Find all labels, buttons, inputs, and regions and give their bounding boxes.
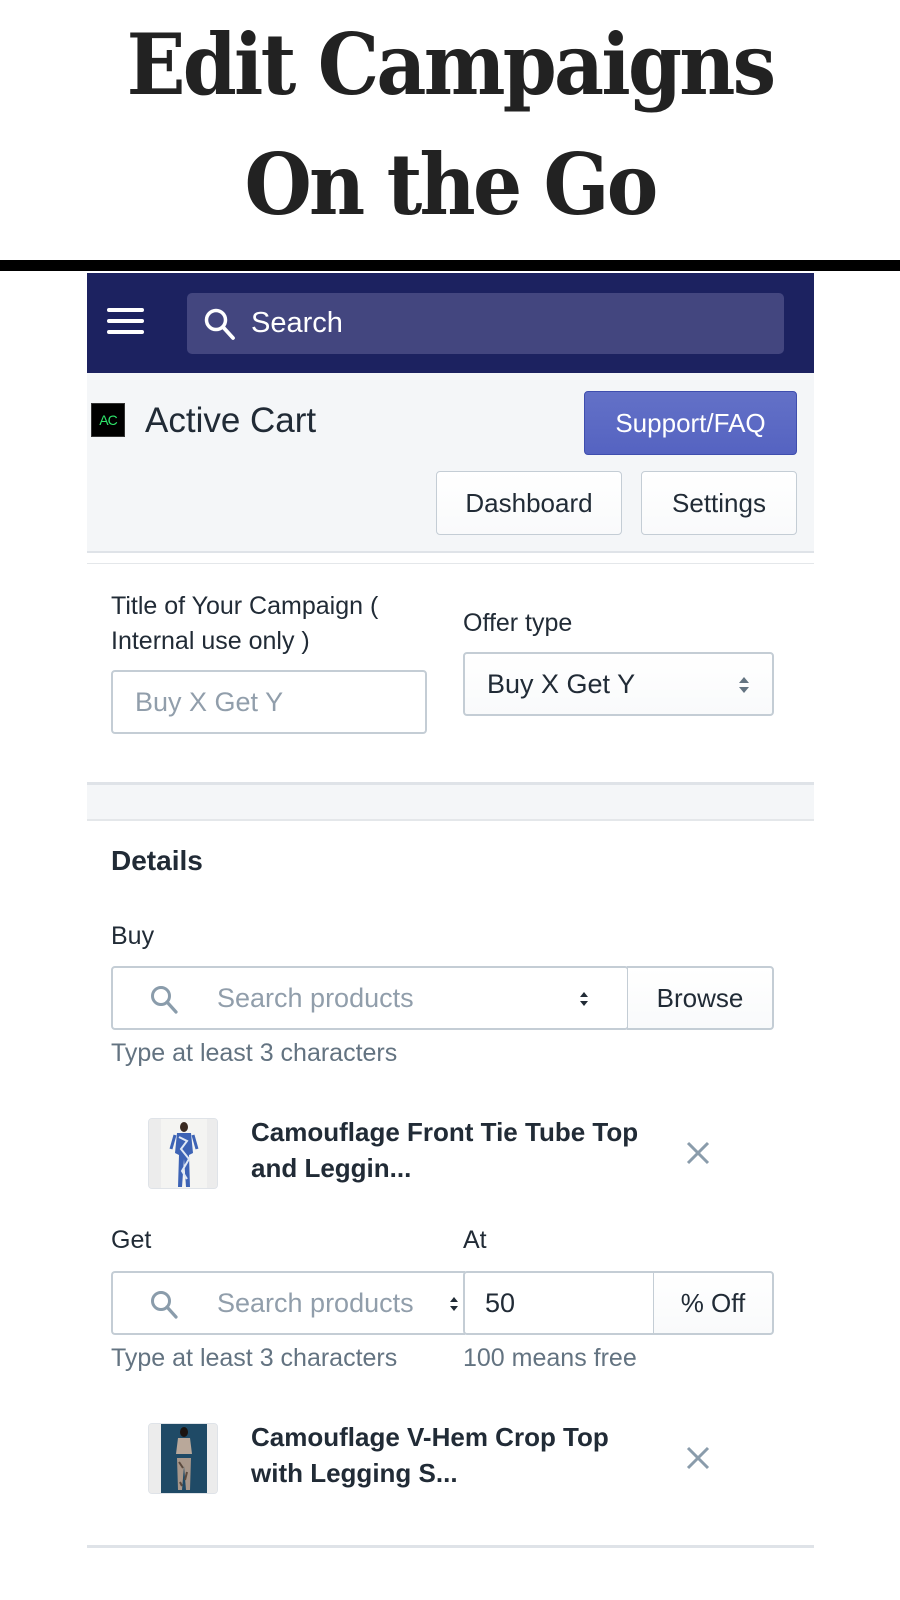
offer-type-label: Offer type xyxy=(463,609,573,637)
offer-type-select[interactable]: Buy X Get Y xyxy=(463,652,774,716)
discount-amount-input[interactable] xyxy=(463,1271,655,1335)
global-search[interactable] xyxy=(187,293,784,354)
settings-button[interactable]: Settings xyxy=(641,471,797,535)
product-thumbnail xyxy=(148,1118,218,1189)
offer-type-value: Buy X Get Y xyxy=(487,669,636,699)
section-spacer xyxy=(87,785,814,821)
get-product-search[interactable] xyxy=(111,1271,465,1335)
buy-help-text: Type at least 3 characters xyxy=(111,1039,398,1067)
search-icon xyxy=(151,986,178,1014)
banner-title-line-1: Edit Campaigns xyxy=(126,15,777,114)
close-icon[interactable] xyxy=(680,1440,716,1476)
get-label: Get xyxy=(111,1226,152,1254)
selected-get-product: Camouflage V-Hem Crop Top with Legging S… xyxy=(145,1422,765,1497)
global-search-input[interactable] xyxy=(251,293,771,354)
product-thumbnail xyxy=(148,1423,218,1494)
buy-product-search[interactable] xyxy=(111,966,629,1030)
campaign-title-label: Title of Your Campaign ( Internal use on… xyxy=(111,592,379,655)
at-label: At xyxy=(463,1226,487,1254)
select-arrows-icon xyxy=(580,992,588,1006)
promo-banner: Edit Campaigns On the Go xyxy=(0,0,900,260)
campaign-title-input[interactable] xyxy=(111,670,427,734)
campaign-settings-card: Title of Your Campaign ( Internal use on… xyxy=(87,563,814,785)
app-screen: AC Active Cart Support/FAQ Dashboard Set… xyxy=(87,273,814,1600)
get-help-text: Type at least 3 characters xyxy=(111,1344,398,1372)
buy-label: Buy xyxy=(111,922,155,950)
browse-button[interactable]: Browse xyxy=(627,966,774,1030)
search-icon xyxy=(151,1291,178,1319)
details-heading: Details xyxy=(111,845,203,876)
select-arrows-icon xyxy=(739,677,749,693)
hamburger-menu-icon[interactable] xyxy=(107,306,144,336)
get-product-search-input[interactable] xyxy=(217,1273,447,1333)
support-faq-button[interactable]: Support/FAQ xyxy=(584,391,797,455)
dashboard-button[interactable]: Dashboard xyxy=(436,471,622,535)
app-logo: AC xyxy=(91,403,125,437)
select-arrows-icon xyxy=(450,1297,458,1311)
search-icon xyxy=(204,308,235,340)
banner-divider xyxy=(0,260,900,271)
top-bar xyxy=(87,273,814,373)
app-title: Active Cart xyxy=(145,401,317,440)
buy-product-search-input[interactable] xyxy=(217,968,547,1028)
at-help-text: 100 means free xyxy=(463,1344,637,1372)
banner-title-line-2: On the Go xyxy=(244,135,658,234)
discount-unit-suffix: % Off xyxy=(653,1271,774,1335)
details-card: Details Buy Browse Type at least 3 chara… xyxy=(87,823,814,1548)
app-header: AC Active Cart Support/FAQ Dashboard Set… xyxy=(87,373,814,553)
product-name: Camouflage Front Tie Tube Top and Leggin… xyxy=(251,1117,639,1183)
close-icon[interactable] xyxy=(680,1135,716,1171)
product-name: Camouflage V-Hem Crop Top with Legging S… xyxy=(251,1422,609,1488)
selected-buy-product: Camouflage Front Tie Tube Top and Leggin… xyxy=(145,1117,765,1192)
